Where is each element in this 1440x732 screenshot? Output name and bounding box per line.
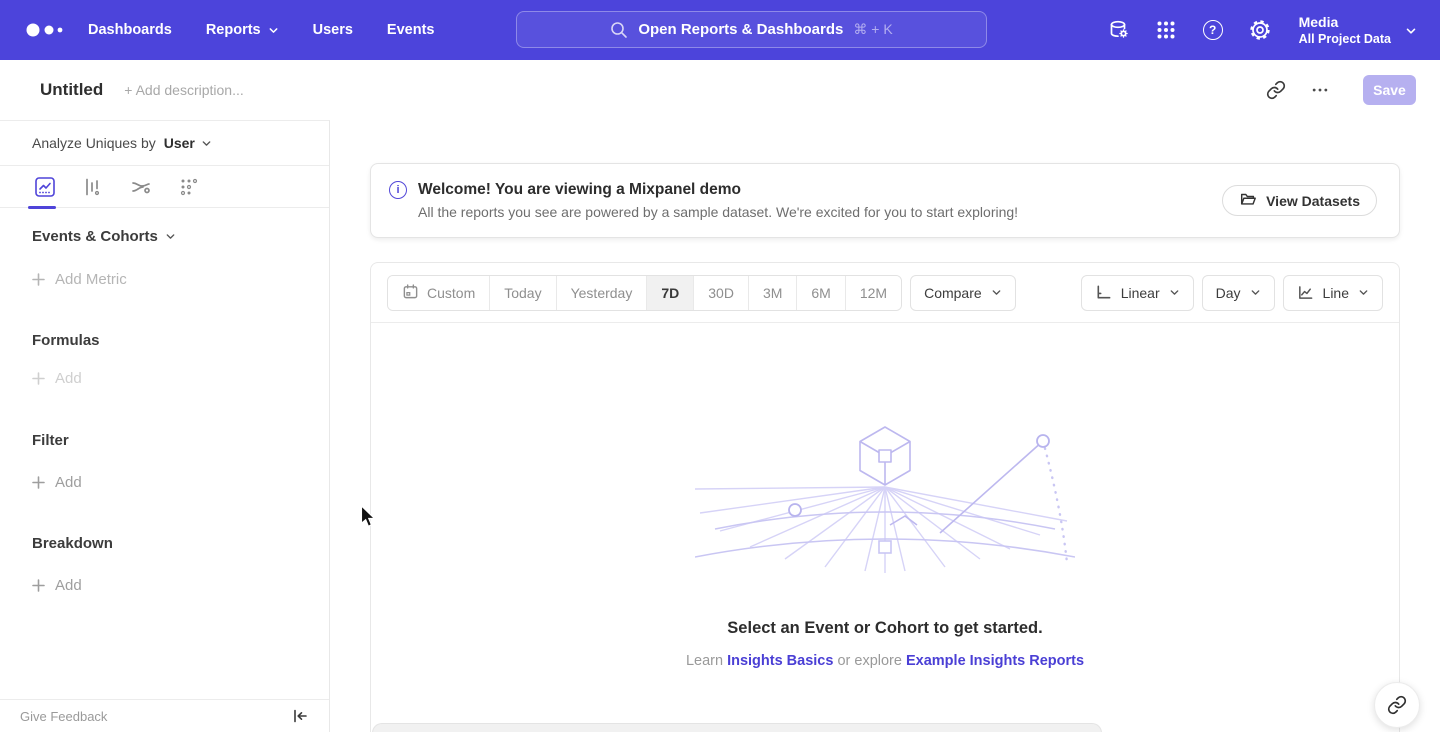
apps-grid-icon[interactable]: [1154, 18, 1178, 42]
sidebar-footer: Give Feedback: [0, 699, 329, 732]
data-management-icon[interactable]: [1107, 18, 1131, 42]
add-breakdown-button[interactable]: Add: [0, 577, 329, 594]
empty-state: Select an Event or Cohort to get started…: [371, 323, 1399, 732]
floating-copy-link-button[interactable]: [1374, 682, 1420, 728]
view-datasets-button[interactable]: View Datasets: [1222, 185, 1377, 216]
app-root: Dashboards Reports Users Events Open Rep…: [0, 0, 1440, 732]
save-button[interactable]: Save: [1363, 75, 1416, 105]
next-section-edge: [372, 723, 1102, 732]
report-title[interactable]: Untitled: [40, 80, 103, 100]
plus-icon: [32, 579, 45, 592]
folder-icon: [1239, 190, 1257, 211]
nav-reports[interactable]: Reports: [206, 22, 279, 38]
example-insights-reports-link[interactable]: Example Insights Reports: [906, 653, 1084, 669]
date-range-3m[interactable]: 3M: [748, 276, 796, 310]
give-feedback-link[interactable]: Give Feedback: [20, 709, 107, 724]
add-filter-button[interactable]: Add: [0, 474, 329, 491]
global-search[interactable]: Open Reports & Dashboards ⌘ + K: [516, 11, 987, 48]
project-selector[interactable]: Media All Project Data: [1299, 14, 1416, 47]
analyze-label: Analyze Uniques by: [32, 135, 156, 151]
add-description-field[interactable]: + Add description...: [124, 82, 243, 98]
granularity-dropdown[interactable]: Day: [1202, 275, 1275, 311]
analyze-by-dropdown[interactable]: User: [164, 135, 212, 151]
date-range-12m[interactable]: 12M: [845, 276, 901, 310]
empty-state-title: Select an Event or Cohort to get started…: [727, 619, 1042, 638]
calendar-icon: [402, 283, 419, 303]
nav-events[interactable]: Events: [387, 22, 435, 38]
collapse-sidebar-icon[interactable]: [291, 707, 309, 725]
linear-axes-icon: [1095, 284, 1112, 301]
mixpanel-logo-icon[interactable]: [24, 19, 74, 41]
date-range-6m[interactable]: 6M: [796, 276, 844, 310]
info-icon: i: [389, 181, 407, 199]
chart-panel: Custom Today Yesterday 7D 30D 3M 6M 12M …: [370, 262, 1400, 732]
search-label: Open Reports & Dashboards: [638, 21, 843, 38]
date-range-30d[interactable]: 30D: [693, 276, 748, 310]
settings-gear-icon[interactable]: [1248, 18, 1272, 42]
primary-nav: Dashboards Reports Users Events: [88, 22, 434, 38]
chart-controls: Custom Today Yesterday 7D 30D 3M 6M 12M …: [371, 263, 1399, 323]
date-range-picker: Custom Today Yesterday 7D 30D 3M 6M 12M: [387, 275, 902, 311]
insights-basics-link[interactable]: Insights Basics: [727, 653, 833, 669]
query-builder-sidebar: Analyze Uniques by User: [0, 120, 330, 732]
report-header: Untitled + Add description... Save: [0, 60, 1440, 120]
banner-title: Welcome! You are viewing a Mixpanel demo: [418, 181, 1018, 199]
search-icon: [610, 21, 628, 39]
chevron-down-icon: [1169, 287, 1180, 298]
chart-type-dropdown[interactable]: Line: [1283, 275, 1383, 311]
chevron-down-icon: [1405, 25, 1416, 36]
main-content: i Welcome! You are viewing a Mixpanel de…: [330, 120, 1440, 732]
breakdown-header: Breakdown: [0, 535, 329, 552]
line-chart-icon: [1297, 284, 1314, 301]
chart-display-controls: Linear Day: [1081, 275, 1383, 311]
add-metric-button[interactable]: Add Metric: [0, 271, 329, 288]
search-shortcut: ⌘ + K: [853, 21, 892, 38]
tab-metrics[interactable]: [176, 174, 202, 200]
chevron-down-icon: [991, 287, 1002, 298]
project-scope: All Project Data: [1299, 31, 1391, 47]
nav-users[interactable]: Users: [313, 22, 353, 38]
tab-flow[interactable]: [128, 174, 154, 200]
chevron-down-icon: [1250, 287, 1261, 298]
filter-header: Filter: [0, 432, 329, 449]
date-range-yesterday[interactable]: Yesterday: [556, 276, 647, 310]
add-formula-button[interactable]: Add: [0, 370, 329, 387]
chevron-down-icon: [165, 231, 176, 242]
nav-dashboards[interactable]: Dashboards: [88, 22, 172, 38]
chevron-down-icon: [201, 138, 212, 149]
report-actions: Save: [1265, 75, 1416, 105]
banner-subtitle: All the reports you see are powered by a…: [418, 204, 1018, 220]
date-range-today[interactable]: Today: [489, 276, 555, 310]
top-navbar: Dashboards Reports Users Events Open Rep…: [0, 0, 1440, 60]
empty-state-links: Learn Insights Basics or explore Example…: [686, 653, 1084, 669]
project-name: Media: [1299, 14, 1391, 31]
visualization-tabs: [0, 166, 329, 208]
copy-link-icon[interactable]: [1265, 79, 1287, 101]
more-options-icon[interactable]: [1309, 79, 1331, 101]
events-cohorts-header[interactable]: Events & Cohorts: [0, 228, 329, 245]
formulas-header: Formulas: [0, 332, 329, 349]
scale-dropdown[interactable]: Linear: [1081, 275, 1194, 311]
plus-icon: [32, 476, 45, 489]
help-icon[interactable]: ?: [1201, 18, 1225, 42]
analyze-row: Analyze Uniques by User: [0, 121, 329, 166]
tab-insights-line[interactable]: [32, 174, 58, 200]
date-range-custom[interactable]: Custom: [388, 276, 489, 310]
chevron-down-icon: [268, 25, 279, 36]
empty-state-illustration: [695, 425, 1075, 575]
plus-icon: [32, 273, 45, 286]
nav-right-cluster: ? Media All Project Data: [1107, 0, 1416, 60]
tab-bar-chart[interactable]: [80, 174, 106, 200]
plus-icon: [32, 372, 45, 385]
compare-button[interactable]: Compare: [910, 275, 1016, 311]
chevron-down-icon: [1358, 287, 1369, 298]
date-range-7d[interactable]: 7D: [646, 276, 693, 310]
demo-banner: i Welcome! You are viewing a Mixpanel de…: [370, 163, 1400, 238]
